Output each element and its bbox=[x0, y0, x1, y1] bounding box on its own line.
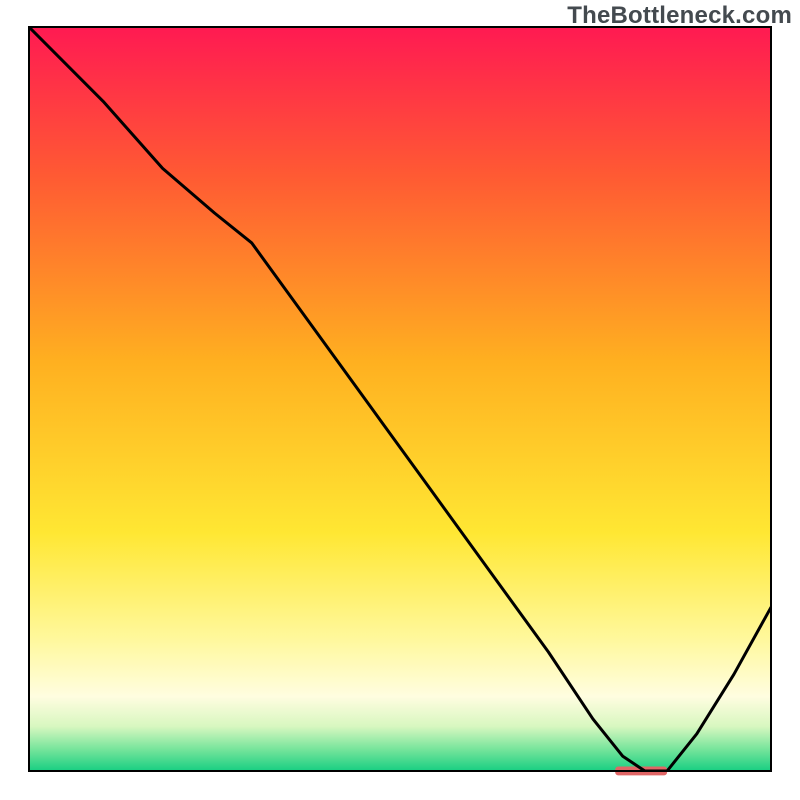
bottleneck-chart bbox=[0, 0, 800, 800]
chart-stage: TheBottleneck.com bbox=[0, 0, 800, 800]
plot-background bbox=[29, 27, 771, 771]
watermark-text: TheBottleneck.com bbox=[567, 2, 792, 30]
